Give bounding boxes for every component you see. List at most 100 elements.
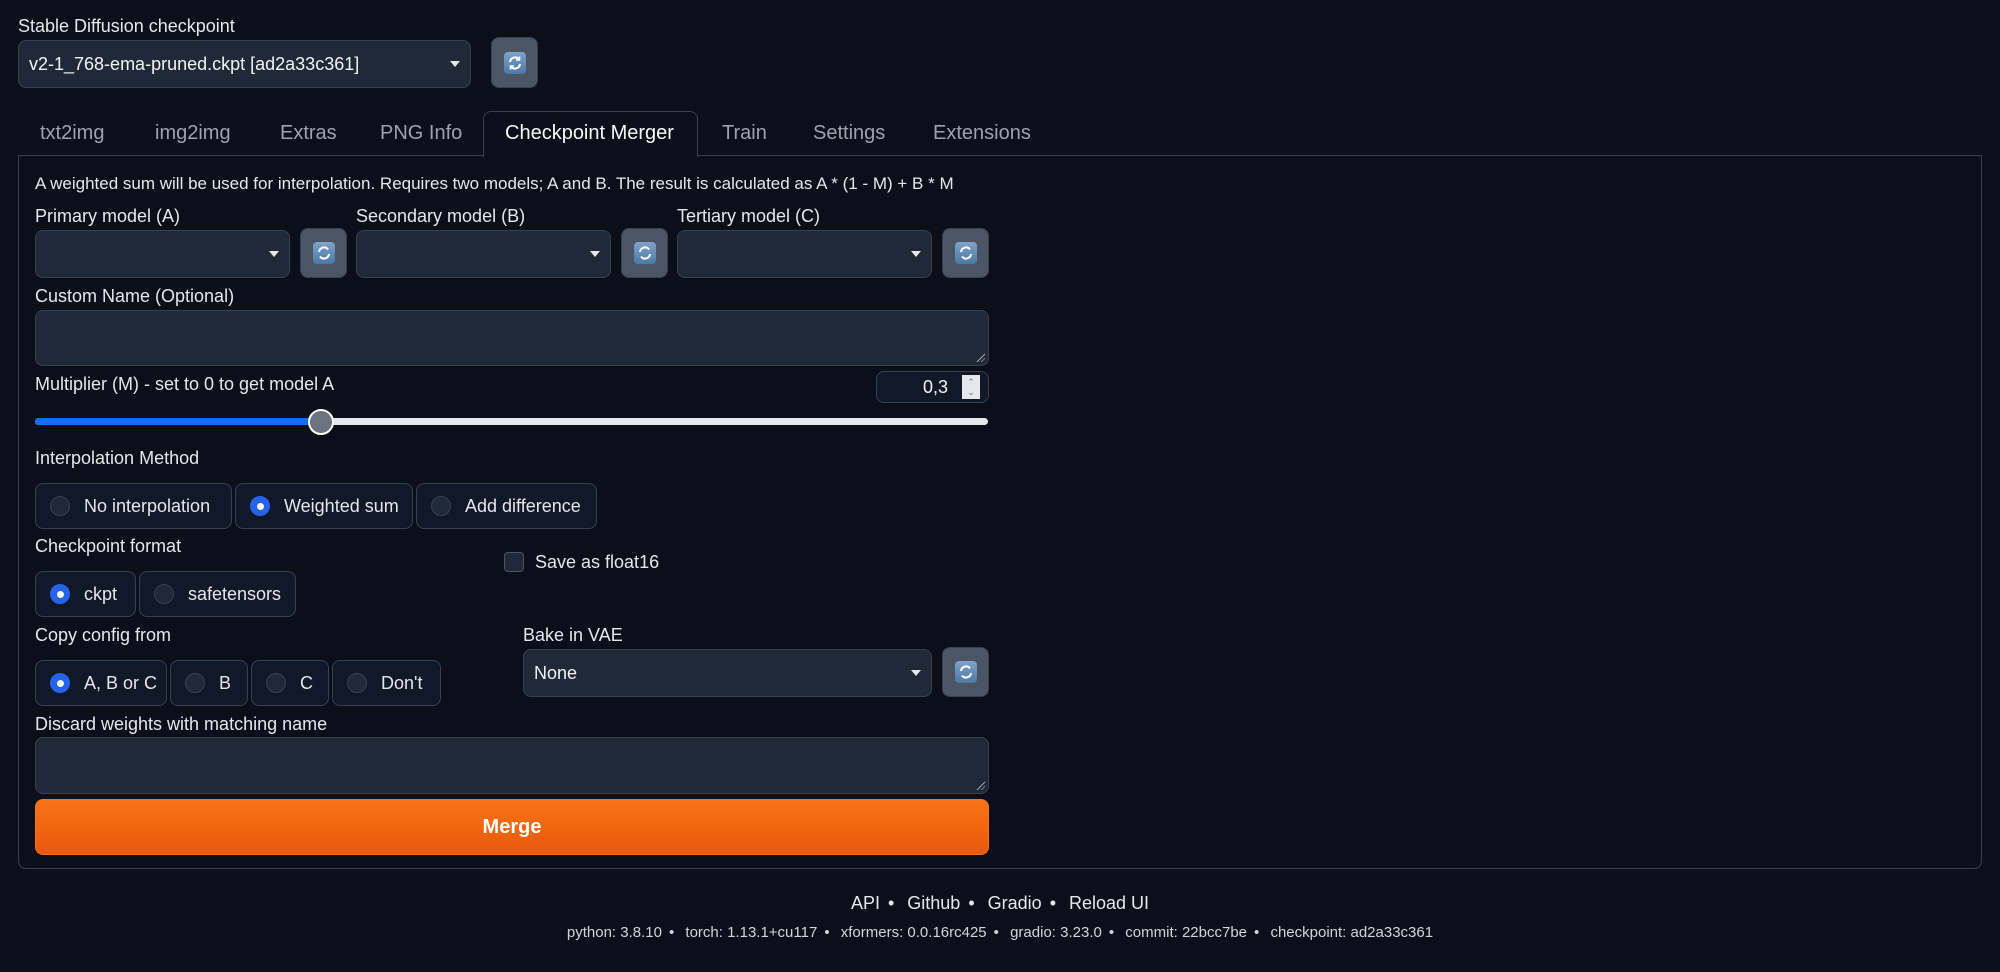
- bake-vae-dropdown[interactable]: None: [523, 649, 932, 697]
- version-torch: torch: 1.13.1+cu117: [685, 924, 818, 941]
- multiplier-slider-thumb[interactable]: [307, 409, 334, 435]
- radio-icon: [154, 584, 174, 604]
- version-commit: commit: 22bcc7be: [1125, 924, 1248, 941]
- discard-weights-label: Discard weights with matching name: [35, 714, 328, 734]
- radio-icon: [266, 673, 286, 693]
- copy-config-option-abc[interactable]: A, B or C: [35, 660, 167, 706]
- tab-settings[interactable]: Settings: [813, 122, 885, 145]
- footer-version-info: python: 3.8.10 • torch: 1.13.1+cu117 • xfo…: [0, 924, 2000, 941]
- option-label: safetensors: [188, 583, 282, 604]
- bullet-separator: •: [968, 893, 975, 913]
- radio-icon: [185, 673, 205, 693]
- version-checkpoint: checkpoint: ad2a33c361: [1270, 924, 1434, 941]
- interp-option-weighted-sum[interactable]: Weighted sum: [235, 483, 413, 529]
- copy-config-option-b[interactable]: B: [170, 660, 248, 706]
- format-option-ckpt[interactable]: ckpt: [35, 571, 136, 617]
- copy-config-label: Copy config from: [35, 625, 172, 645]
- tab-train[interactable]: Train: [722, 122, 767, 145]
- bullet-separator: •: [1108, 924, 1115, 941]
- radio-icon: [347, 673, 367, 693]
- option-label: B: [219, 672, 232, 693]
- secondary-model-refresh-button[interactable]: [621, 228, 668, 278]
- radio-icon: [431, 496, 451, 516]
- option-label: A, B or C: [84, 672, 158, 693]
- copy-config-option-dont[interactable]: Don't: [332, 660, 441, 706]
- version-gradio: gradio: 3.23.0: [1010, 924, 1102, 941]
- refresh-icon: [312, 242, 335, 264]
- footer-link-reload-ui[interactable]: Reload UI: [1069, 893, 1149, 913]
- option-label: ckpt: [84, 583, 118, 604]
- chevron-down-icon: [590, 251, 600, 257]
- footer-link-github[interactable]: Github: [907, 893, 960, 913]
- version-xformers: xformers: 0.0.16rc425: [840, 924, 987, 941]
- bullet-separator: •: [824, 924, 830, 941]
- option-label: Don't: [381, 672, 423, 693]
- checkpoint-label: Stable Diffusion checkpoint: [18, 16, 235, 36]
- tab-checkpoint-merger[interactable]: Checkpoint Merger: [505, 122, 674, 145]
- secondary-model-label: Secondary model (B): [356, 206, 526, 226]
- tab-extensions[interactable]: Extensions: [933, 122, 1031, 145]
- copy-config-option-c[interactable]: C: [251, 660, 329, 706]
- chevron-down-icon: [911, 670, 921, 676]
- refresh-icon: [503, 51, 526, 74]
- bake-vae-label: Bake in VAE: [523, 625, 623, 645]
- tertiary-model-dropdown[interactable]: [677, 230, 932, 278]
- multiplier-number-input[interactable]: 0,3 ⌃ ⌄: [876, 371, 989, 403]
- checkpoint-refresh-button[interactable]: [491, 37, 538, 88]
- active-tab-gap: [484, 154, 697, 157]
- multiplier-label: Multiplier (M) - set to 0 to get model A: [35, 374, 335, 394]
- chevron-down-icon: [269, 251, 279, 257]
- bullet-separator: •: [887, 893, 895, 913]
- tertiary-model-label: Tertiary model (C): [677, 206, 821, 226]
- resize-handle-icon[interactable]: [975, 780, 985, 790]
- interp-option-add-difference[interactable]: Add difference: [416, 483, 597, 529]
- checkpoint-value: v2-1_768-ema-pruned.ckpt [ad2a33c361]: [29, 53, 360, 74]
- footer-link-api[interactable]: API: [851, 893, 880, 913]
- save-float16-label: Save as float16: [535, 552, 660, 572]
- bake-vae-refresh-button[interactable]: [942, 647, 989, 697]
- spinner-arrows-icon[interactable]: ⌃ ⌄: [962, 375, 980, 399]
- bullet-separator: •: [668, 924, 675, 941]
- discard-weights-input[interactable]: [35, 737, 989, 794]
- secondary-model-dropdown[interactable]: [356, 230, 611, 278]
- checkpoint-dropdown[interactable]: v2-1_768-ema-pruned.ckpt [ad2a33c361]: [18, 40, 471, 88]
- bullet-separator: •: [1049, 893, 1056, 913]
- custom-name-label: Custom Name (Optional): [35, 286, 235, 306]
- primary-model-label: Primary model (A): [35, 206, 181, 226]
- tab-img2img[interactable]: img2img: [155, 122, 231, 145]
- bake-vae-value: None: [534, 662, 578, 683]
- merge-button[interactable]: Merge: [35, 799, 989, 855]
- merger-description: A weighted sum will be used for interpol…: [35, 174, 954, 193]
- bullet-separator: •: [993, 924, 999, 941]
- footer-link-gradio[interactable]: Gradio: [988, 893, 1042, 913]
- tab-txt2img[interactable]: txt2img: [40, 122, 104, 145]
- option-label: C: [300, 672, 313, 693]
- custom-name-input[interactable]: [35, 310, 989, 366]
- refresh-icon: [954, 242, 977, 264]
- footer-links: API • Github • Gradio • Reload UI: [0, 893, 2000, 914]
- primary-model-refresh-button[interactable]: [300, 228, 347, 278]
- primary-model-dropdown[interactable]: [35, 230, 290, 278]
- bullet-separator: •: [1254, 924, 1260, 941]
- tab-png-info[interactable]: PNG Info: [380, 122, 462, 145]
- chevron-down-icon: [450, 61, 460, 67]
- tab-extras[interactable]: Extras: [280, 122, 337, 145]
- refresh-icon: [954, 661, 977, 683]
- save-float16-checkbox[interactable]: [504, 552, 524, 572]
- tertiary-model-refresh-button[interactable]: [942, 228, 989, 278]
- interp-option-no-interpolation[interactable]: No interpolation: [35, 483, 232, 529]
- radio-selected-icon: [250, 496, 270, 516]
- radio-icon: [50, 496, 70, 516]
- radio-selected-icon: [50, 584, 70, 604]
- option-label: Weighted sum: [284, 495, 399, 516]
- multiplier-slider-fill: [35, 418, 321, 425]
- version-python: python: 3.8.10: [566, 924, 662, 941]
- option-label: Add difference: [465, 495, 581, 516]
- radio-selected-icon: [50, 673, 70, 693]
- format-option-safetensors[interactable]: safetensors: [139, 571, 296, 617]
- option-label: No interpolation: [84, 495, 211, 516]
- resize-handle-icon[interactable]: [975, 352, 985, 362]
- multiplier-value: 0,3: [922, 376, 948, 397]
- checkpoint-format-label: Checkpoint format: [35, 536, 182, 556]
- refresh-icon: [633, 242, 656, 264]
